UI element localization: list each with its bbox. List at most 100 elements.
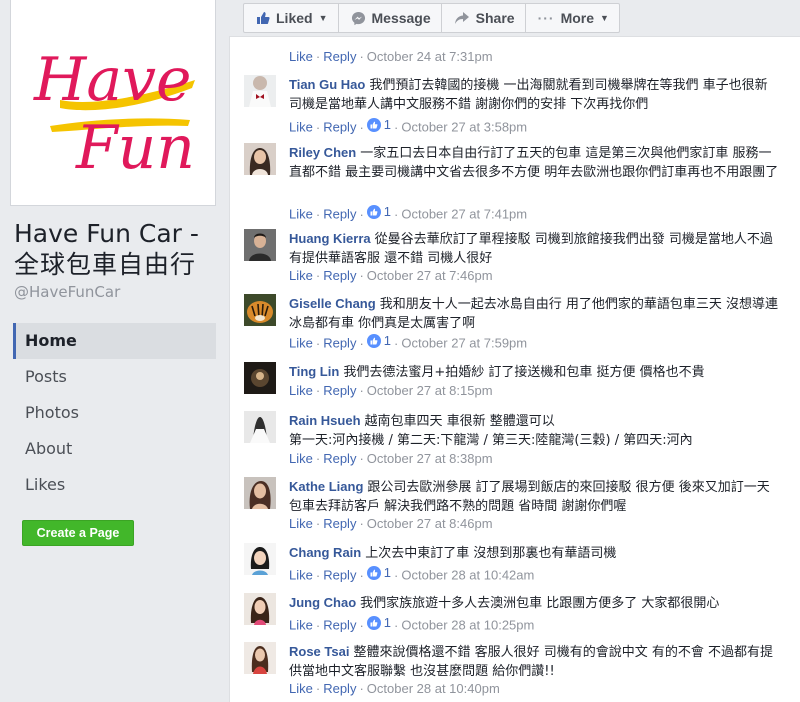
messenger-icon bbox=[351, 11, 365, 25]
comment-author[interactable]: Rain Hsueh bbox=[289, 413, 361, 428]
comment-author[interactable]: Jung Chao bbox=[289, 595, 356, 610]
avatar[interactable] bbox=[244, 477, 276, 509]
like-reaction-icon bbox=[366, 333, 381, 348]
comment-body: Jung Chao 我們家族旅遊十多人去澳洲包車 比跟團方便多了 大家都很開心 bbox=[289, 593, 779, 613]
avatar[interactable] bbox=[244, 543, 276, 575]
comment-timestamp[interactable]: October 27 at 8:38pm bbox=[367, 451, 493, 466]
avatar[interactable] bbox=[244, 229, 276, 261]
reply-link[interactable]: Reply bbox=[323, 618, 356, 633]
avatar[interactable] bbox=[244, 593, 276, 625]
like-link[interactable]: Like bbox=[289, 383, 313, 398]
comment-body: Rose Tsai 整體來說價格還不錯 客服人很好 司機有的會說中文 有的不會 不… bbox=[289, 642, 779, 681]
nav-item-likes[interactable]: Likes bbox=[13, 467, 216, 503]
comment-author[interactable]: Huang Kierra bbox=[289, 231, 371, 246]
comment-timestamp[interactable]: October 27 at 7:59pm bbox=[401, 336, 527, 351]
have-fun-logo: Have Fun bbox=[33, 45, 195, 183]
chevron-down-icon: ▼ bbox=[600, 13, 609, 23]
share-button[interactable]: Share bbox=[442, 4, 526, 32]
comment-author[interactable]: Riley Chen bbox=[289, 145, 356, 160]
comment-text: 越南包車四天 車很新 整體還可以 bbox=[364, 414, 555, 429]
comment-meta: Like · Reply · 1 · October 27 at 7:59pm bbox=[289, 333, 528, 351]
like-link[interactable]: Like bbox=[289, 618, 313, 633]
comment-timestamp[interactable]: October 28 at 10:40pm bbox=[367, 681, 500, 696]
liked-button[interactable]: Liked ▼ bbox=[244, 4, 339, 32]
reply-link[interactable]: Reply bbox=[323, 120, 356, 135]
share-label: Share bbox=[475, 10, 515, 26]
comment-body: Riley Chen 一家五口去日本自由行訂了五天的包車 這是第三次與他們家訂車 … bbox=[289, 143, 779, 182]
more-label: More bbox=[560, 10, 595, 26]
comment-author[interactable]: Kathe Liang bbox=[289, 479, 363, 494]
reply-link[interactable]: Reply bbox=[323, 336, 356, 351]
comment-meta: Like · Reply · October 27 at 8:38pm bbox=[289, 451, 493, 466]
comment-timestamp[interactable]: October 27 at 7:46pm bbox=[367, 268, 493, 283]
page-name-en: Have Fun Car - bbox=[14, 219, 199, 248]
comment-body: Giselle Chang 我和朋友十人一起去冰島自由行 用了他們家的華語包車三天… bbox=[289, 294, 779, 333]
reaction-count[interactable]: 1 bbox=[366, 117, 391, 132]
reaction-count[interactable]: 1 bbox=[366, 565, 391, 580]
comment-meta: Like · Reply · 1 · October 27 at 7:41pm bbox=[289, 204, 528, 222]
page-title[interactable]: Have Fun Car - 全球包車自由行 bbox=[14, 218, 199, 280]
like-link[interactable]: Like bbox=[289, 681, 313, 696]
comment-author[interactable]: Chang Rain bbox=[289, 545, 361, 560]
reply-link[interactable]: Reply bbox=[323, 451, 356, 466]
comment-meta: Like · Reply · 1 · October 28 at 10:25pm bbox=[289, 615, 535, 633]
reply-link[interactable]: Reply bbox=[323, 568, 356, 583]
avatar[interactable] bbox=[244, 75, 276, 107]
comment-timestamp[interactable]: October 24 at 7:31pm bbox=[367, 49, 493, 64]
reaction-count[interactable]: 1 bbox=[366, 333, 391, 348]
like-link[interactable]: Like bbox=[289, 568, 313, 583]
reply-link[interactable]: Reply bbox=[323, 383, 356, 398]
like-link[interactable]: Like bbox=[289, 49, 313, 64]
like-link[interactable]: Like bbox=[289, 120, 313, 135]
comment-timestamp[interactable]: October 28 at 10:25pm bbox=[401, 618, 534, 633]
comment-author[interactable]: Rose Tsai bbox=[289, 644, 349, 659]
more-button[interactable]: ··· More ▼ bbox=[526, 4, 619, 32]
like-link[interactable]: Like bbox=[289, 516, 313, 531]
share-arrow-icon bbox=[454, 12, 469, 24]
page-action-bar: Liked ▼ Message Share ··· More ▼ bbox=[243, 3, 620, 33]
create-page-button[interactable]: Create a Page bbox=[22, 520, 134, 546]
comment-body: Tian Gu Hao 我們預訂去韓國的接機 一出海關就看到司機舉牌在等我們 車子… bbox=[289, 75, 779, 114]
comment-timestamp[interactable]: October 27 at 7:41pm bbox=[401, 207, 527, 222]
comment-meta: Like · Reply · October 24 at 7:31pm bbox=[289, 49, 493, 64]
reply-link[interactable]: Reply bbox=[323, 681, 356, 696]
comment-body: Kathe Liang 跟公司去歐洲參展 訂了展場到飯店的來回接駁 很方便 後來又… bbox=[289, 477, 779, 516]
comment-body: Chang Rain 上次去中東訂了車 沒想到那裏也有華語司機 bbox=[289, 543, 779, 563]
comment-author[interactable]: Giselle Chang bbox=[289, 296, 376, 311]
message-label: Message bbox=[371, 10, 431, 26]
like-link[interactable]: Like bbox=[289, 268, 313, 283]
page-handle[interactable]: @HaveFunCar bbox=[14, 283, 120, 301]
comment-author[interactable]: Tian Gu Hao bbox=[289, 77, 365, 92]
message-button[interactable]: Message bbox=[339, 4, 442, 32]
comment-body: Rain Hsueh 越南包車四天 車很新 整體還可以 第一天:河內接機 / 第二… bbox=[289, 411, 779, 450]
comment-author[interactable]: Ting Lin bbox=[289, 364, 339, 379]
comment-timestamp[interactable]: October 27 at 8:46pm bbox=[367, 516, 493, 531]
reaction-count[interactable]: 1 bbox=[366, 204, 391, 219]
avatar[interactable] bbox=[244, 642, 276, 674]
nav-item-about[interactable]: About bbox=[13, 431, 216, 467]
reply-link[interactable]: Reply bbox=[323, 207, 356, 222]
nav-item-photos[interactable]: Photos bbox=[13, 395, 216, 431]
reaction-count[interactable]: 1 bbox=[366, 615, 391, 630]
like-reaction-icon bbox=[366, 117, 381, 132]
like-link[interactable]: Like bbox=[289, 207, 313, 222]
comment-timestamp[interactable]: October 27 at 3:58pm bbox=[401, 120, 527, 135]
comment-meta: Like · Reply · October 27 at 8:46pm bbox=[289, 516, 493, 531]
comment-timestamp[interactable]: October 27 at 8:15pm bbox=[367, 383, 493, 398]
nav-item-home[interactable]: Home bbox=[13, 323, 216, 359]
like-link[interactable]: Like bbox=[289, 451, 313, 466]
reply-link[interactable]: Reply bbox=[323, 268, 356, 283]
nav-item-posts[interactable]: Posts bbox=[13, 359, 216, 395]
profile-picture[interactable]: Have Fun bbox=[20, 8, 206, 196]
reply-link[interactable]: Reply bbox=[323, 516, 356, 531]
avatar[interactable] bbox=[244, 294, 276, 326]
avatar[interactable] bbox=[244, 362, 276, 394]
like-reaction-icon bbox=[366, 565, 381, 580]
comment-timestamp[interactable]: October 28 at 10:42am bbox=[401, 568, 534, 583]
liked-label: Liked bbox=[276, 10, 313, 26]
reply-link[interactable]: Reply bbox=[323, 49, 356, 64]
comment-meta: Like · Reply · October 27 at 8:15pm bbox=[289, 383, 493, 398]
avatar[interactable] bbox=[244, 411, 276, 443]
avatar[interactable] bbox=[244, 143, 276, 175]
like-link[interactable]: Like bbox=[289, 336, 313, 351]
